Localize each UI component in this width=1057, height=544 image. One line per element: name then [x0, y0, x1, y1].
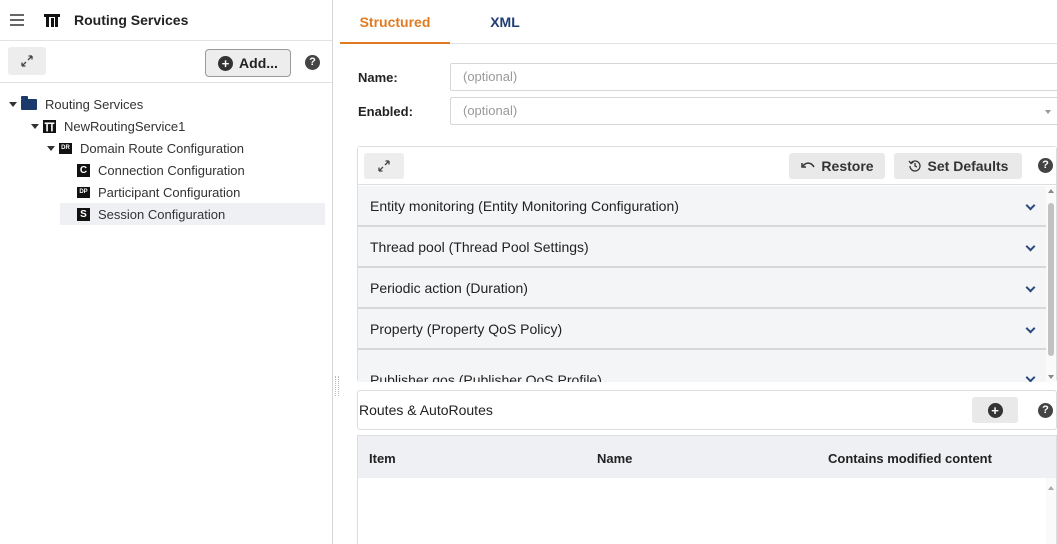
enabled-select[interactable]: (optional)	[450, 97, 1057, 125]
caret-down-icon[interactable]	[31, 123, 39, 129]
panel-toolbar: Restore Set Defaults ?	[358, 147, 1056, 185]
accordion-entity-monitoring[interactable]: Entity monitoring (Entity Monitoring Con…	[358, 186, 1048, 227]
help-icon[interactable]: ?	[1038, 158, 1053, 173]
expand-button[interactable]	[8, 47, 46, 75]
accordion-publisher-qos[interactable]: Publisher qos (Publisher QoS Profile)	[358, 350, 1048, 382]
hamburger-menu-icon[interactable]	[10, 14, 24, 26]
table-header: Item Name Contains modified content	[358, 436, 1056, 478]
tree-item-label: Participant Configuration	[98, 184, 241, 200]
tree-item-label: Connection Configuration	[98, 162, 245, 178]
column-header-name[interactable]: Name	[597, 451, 632, 466]
scrollbar-thumb[interactable]	[1048, 203, 1054, 356]
connection-icon: C	[77, 163, 90, 177]
chevron-down-icon	[1025, 282, 1036, 293]
name-label: Name:	[358, 69, 398, 85]
chevron-down-icon	[1025, 241, 1036, 252]
restore-button[interactable]: Restore	[789, 153, 885, 179]
chevron-down-icon	[1025, 323, 1036, 334]
scroll-down-icon[interactable]	[1048, 375, 1054, 379]
sidebar-title: Routing Services	[74, 12, 189, 28]
accordion-label: Publisher qos (Publisher QoS Profile)	[370, 371, 602, 383]
accordion-label: Thread pool (Thread Pool Settings)	[370, 238, 589, 255]
panel-expand-button[interactable]	[364, 153, 404, 179]
tree-item-label: Session Configuration	[98, 206, 226, 222]
set-defaults-button[interactable]: Set Defaults	[894, 153, 1022, 179]
caret-down-icon[interactable]	[47, 145, 55, 151]
add-button[interactable]: + Add...	[205, 49, 291, 77]
help-icon[interactable]: ?	[1038, 403, 1053, 418]
name-field-row: Name: (optional)	[358, 63, 1057, 91]
accordion-scrollbar[interactable]	[1046, 186, 1056, 382]
session-icon: S	[77, 207, 90, 221]
tree-item-label: Routing Services	[45, 96, 144, 112]
tab-structured[interactable]: Structured	[340, 0, 450, 44]
chevron-down-icon	[1025, 200, 1036, 211]
tree-item-newroutingservice1[interactable]: NewRoutingService1	[0, 115, 332, 137]
main-panel: Structured XML Name: (optional) Enabled:…	[340, 0, 1057, 544]
tree-item-label: NewRoutingService1	[64, 118, 186, 134]
participant-icon: DP	[77, 186, 90, 198]
restore-label: Restore	[821, 158, 874, 174]
accordion-label: Periodic action (Duration)	[370, 279, 528, 296]
column-header-modified[interactable]: Contains modified content	[828, 451, 992, 466]
chevron-down-icon	[1025, 372, 1036, 382]
tree-item-routing-services[interactable]: Routing Services	[0, 93, 332, 115]
scroll-up-icon[interactable]	[1048, 486, 1054, 490]
enabled-select-value: (optional)	[463, 103, 518, 118]
enabled-label: Enabled:	[358, 103, 413, 119]
accordion-thread-pool[interactable]: Thread pool (Thread Pool Settings)	[358, 227, 1048, 268]
history-icon	[908, 160, 921, 172]
panel-splitter[interactable]	[335, 376, 339, 396]
domain-route-icon: DR	[59, 142, 72, 154]
tab-bar: Structured XML	[340, 0, 1057, 44]
enabled-field-row: Enabled: (optional)	[358, 97, 1057, 125]
add-button-label: Add...	[239, 55, 278, 71]
settings-panel: Restore Set Defaults ? Entity monitoring…	[357, 146, 1057, 382]
accordion-property[interactable]: Property (Property QoS Policy)	[358, 309, 1048, 350]
sidebar-toolbar: + Add... ?	[0, 41, 332, 83]
folder-open-icon	[21, 95, 37, 110]
routes-header: Routes & AutoRoutes + ?	[357, 390, 1057, 430]
column-header-item[interactable]: Item	[369, 451, 396, 466]
accordion-label: Property (Property QoS Policy)	[370, 320, 563, 337]
dropdown-arrow-icon	[1045, 110, 1051, 114]
expand-icon	[21, 55, 33, 67]
sidebar-header: Routing Services	[0, 0, 332, 41]
tree-item-connection[interactable]: C Connection Configuration	[0, 159, 332, 181]
plus-circle-icon: +	[987, 402, 1003, 418]
undo-icon	[801, 162, 816, 168]
table-scrollbar[interactable]	[1046, 478, 1056, 544]
set-defaults-label: Set Defaults	[927, 158, 1009, 174]
scroll-up-icon[interactable]	[1048, 189, 1054, 193]
expand-icon	[378, 160, 390, 172]
name-input[interactable]: (optional)	[450, 63, 1057, 91]
tree-item-label: Domain Route Configuration	[80, 140, 245, 156]
caret-down-icon[interactable]	[9, 101, 17, 107]
routing-service-logo-icon	[44, 14, 60, 27]
tab-xml[interactable]: XML	[450, 0, 560, 44]
tree-item-session[interactable]: S Session Configuration	[60, 203, 325, 225]
add-route-button[interactable]: +	[972, 397, 1018, 423]
accordion-periodic-action[interactable]: Periodic action (Duration)	[358, 268, 1048, 309]
tree-item-participant[interactable]: DP Participant Configuration	[0, 181, 332, 203]
plus-circle-icon: +	[218, 55, 234, 71]
sidebar: Routing Services + Add... ? Routing Serv…	[0, 0, 333, 544]
accordion-label: Entity monitoring (Entity Monitoring Con…	[370, 197, 679, 214]
routes-table: Item Name Contains modified content	[357, 435, 1057, 544]
tree: Routing Services NewRoutingService1 DR D…	[0, 83, 332, 225]
help-icon[interactable]: ?	[305, 55, 320, 70]
tree-item-domain-route[interactable]: DR Domain Route Configuration	[0, 137, 332, 159]
routing-service-icon	[43, 119, 56, 133]
accordion-list: Entity monitoring (Entity Monitoring Con…	[358, 186, 1048, 382]
app: Routing Services + Add... ? Routing Serv…	[0, 0, 1057, 544]
routes-title: Routes & AutoRoutes	[359, 402, 493, 418]
